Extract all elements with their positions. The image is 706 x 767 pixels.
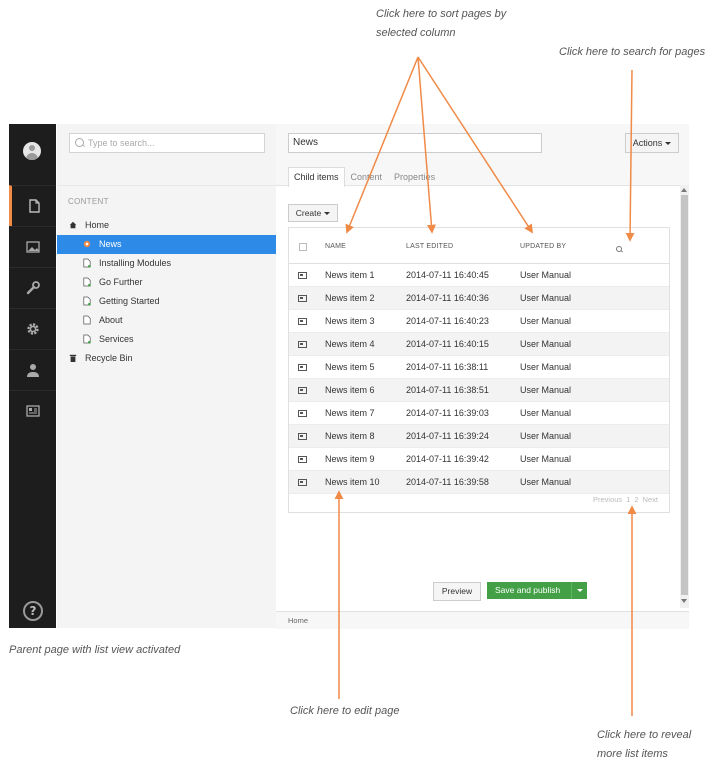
arrow-to-search [625,69,635,242]
arrow-to-name-column [345,56,419,234]
annotation-arrows [334,56,637,716]
arrow-to-last-edited-column [417,56,436,234]
arrow-to-updated-by-column [417,56,533,234]
